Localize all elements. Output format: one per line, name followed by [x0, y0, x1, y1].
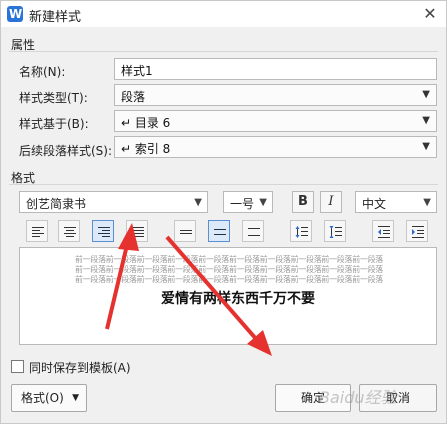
- chevron-down-icon: ▼: [194, 197, 202, 208]
- chevron-down-icon: ▼: [72, 393, 79, 403]
- align-center-icon: [64, 227, 76, 237]
- font-name-select[interactable]: 创艺简隶书 ▼: [19, 191, 208, 213]
- dialog-title: 新建样式: [29, 10, 82, 25]
- font-size-value: 一号: [230, 197, 255, 211]
- based-on-label: 样式基于(B):: [19, 117, 89, 131]
- style-type-label: 样式类型(T):: [19, 91, 88, 105]
- single-spacing-button[interactable]: [174, 220, 196, 242]
- indent-icon: [412, 226, 424, 238]
- preview-sample-text: 爱情有两样东西千万不要: [161, 291, 315, 307]
- increase-indent-button[interactable]: [406, 220, 428, 242]
- language-select[interactable]: 中文 ▼: [355, 191, 437, 213]
- watermark: Baidu经验: [319, 388, 397, 407]
- based-on-select[interactable]: ↵ 目录 6 ▼: [114, 110, 437, 132]
- save-to-template-checkbox[interactable]: [11, 360, 24, 373]
- chevron-down-icon: ▼: [423, 197, 431, 208]
- style-type-select[interactable]: 段落 ▼: [114, 84, 437, 106]
- double-spacing-button[interactable]: [242, 220, 264, 242]
- spacing-decrease-icon: [329, 226, 342, 238]
- name-input-value: 样式1: [121, 64, 153, 78]
- format-divider: [9, 184, 438, 185]
- properties-divider: [9, 51, 438, 52]
- line-spacing-single-icon: [180, 230, 192, 234]
- save-to-template-label[interactable]: 同时保存到模板(A): [29, 359, 131, 376]
- space-before-decrease-button[interactable]: [324, 220, 346, 242]
- style-type-value: 段落: [121, 90, 146, 104]
- wps-app-icon: [7, 6, 23, 22]
- bold-button[interactable]: B: [292, 191, 314, 213]
- close-button[interactable]: ✕: [420, 4, 440, 24]
- preview-filler-line: 前一段落前一段落前一段落前一段落前一段落前一段落前一段落前一段落前一段落前一段落: [75, 275, 383, 284]
- next-style-select[interactable]: ↵ 索引 8 ▼: [114, 136, 437, 158]
- justify-icon: [132, 227, 144, 237]
- line-spacing-half-icon: [214, 229, 226, 235]
- style-preview-pane: 前一段落前一段落前一段落前一段落前一段落前一段落前一段落前一段落前一段落前一段落…: [19, 247, 437, 345]
- one-half-spacing-button[interactable]: [208, 220, 230, 242]
- name-label: 名称(N):: [19, 65, 66, 79]
- align-center-button[interactable]: [58, 220, 80, 242]
- language-value: 中文: [362, 197, 387, 211]
- new-style-dialog: 新建样式 ✕ 属性 名称(N): 样式1 样式类型(T): 段落 ▼ 样式基于(…: [0, 0, 447, 424]
- next-style-label: 后续段落样式(S):: [19, 144, 113, 158]
- name-input[interactable]: 样式1: [114, 58, 437, 80]
- based-on-value: ↵ 目录 6: [121, 116, 171, 130]
- chevron-down-icon: ▼: [422, 115, 430, 126]
- format-menu-label: 格式(O): [21, 391, 64, 405]
- format-menu-button[interactable]: 格式(O) ▼: [11, 384, 87, 412]
- align-left-icon: [32, 227, 44, 237]
- chevron-down-icon: ▼: [259, 197, 267, 208]
- font-size-select[interactable]: 一号 ▼: [223, 191, 273, 213]
- align-right-button[interactable]: [92, 220, 114, 242]
- space-before-increase-button[interactable]: [290, 220, 312, 242]
- font-name-value: 创艺简隶书: [26, 197, 87, 211]
- chevron-down-icon: ▼: [422, 89, 430, 100]
- spacing-increase-icon: [295, 226, 308, 238]
- line-spacing-double-icon: [248, 228, 260, 236]
- italic-button[interactable]: I: [320, 191, 342, 213]
- justify-button[interactable]: [126, 220, 148, 242]
- outdent-icon: [378, 226, 390, 238]
- align-right-icon: [98, 227, 110, 237]
- title-bar: 新建样式 ✕: [1, 1, 446, 27]
- chevron-down-icon: ▼: [422, 141, 430, 152]
- decrease-indent-button[interactable]: [372, 220, 394, 242]
- next-style-value: ↵ 索引 8: [121, 142, 171, 156]
- align-left-button[interactable]: [26, 220, 48, 242]
